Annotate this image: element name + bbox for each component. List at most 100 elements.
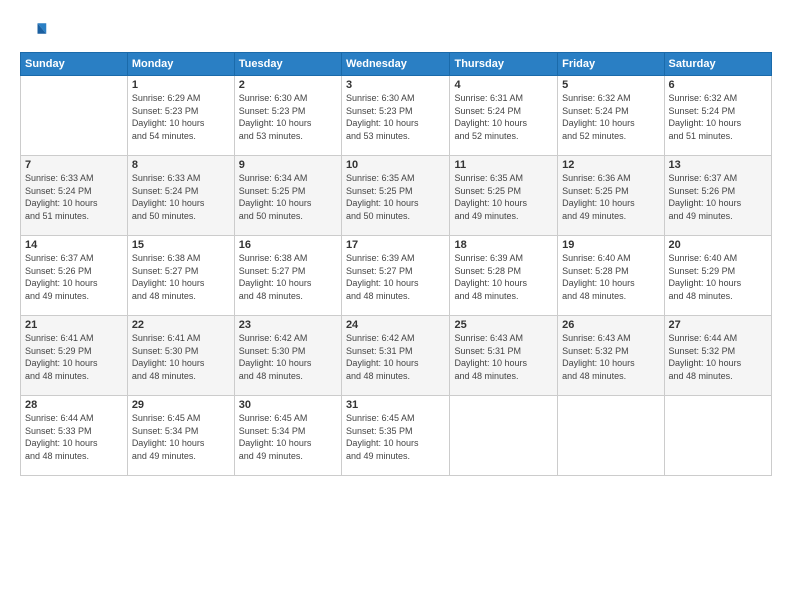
calendar-cell: 2Sunrise: 6:30 AM Sunset: 5:23 PM Daylig… — [234, 76, 341, 156]
calendar-week-5: 28Sunrise: 6:44 AM Sunset: 5:33 PM Dayli… — [21, 396, 772, 476]
day-info: Sunrise: 6:35 AM Sunset: 5:25 PM Dayligh… — [346, 172, 446, 222]
day-number: 16 — [239, 239, 337, 251]
day-number: 27 — [669, 319, 767, 331]
day-info: Sunrise: 6:41 AM Sunset: 5:29 PM Dayligh… — [25, 332, 123, 382]
day-number: 6 — [669, 79, 767, 91]
weekday-header-wednesday: Wednesday — [341, 53, 450, 76]
header — [20, 18, 772, 46]
day-info: Sunrise: 6:42 AM Sunset: 5:31 PM Dayligh… — [346, 332, 446, 382]
calendar-cell: 28Sunrise: 6:44 AM Sunset: 5:33 PM Dayli… — [21, 396, 128, 476]
calendar-cell: 9Sunrise: 6:34 AM Sunset: 5:25 PM Daylig… — [234, 156, 341, 236]
day-info: Sunrise: 6:44 AM Sunset: 5:33 PM Dayligh… — [25, 412, 123, 462]
calendar-cell: 21Sunrise: 6:41 AM Sunset: 5:29 PM Dayli… — [21, 316, 128, 396]
calendar-cell — [558, 396, 664, 476]
day-number: 23 — [239, 319, 337, 331]
weekday-header-tuesday: Tuesday — [234, 53, 341, 76]
day-number: 1 — [132, 79, 230, 91]
day-number: 19 — [562, 239, 659, 251]
day-info: Sunrise: 6:38 AM Sunset: 5:27 PM Dayligh… — [239, 252, 337, 302]
calendar-cell: 22Sunrise: 6:41 AM Sunset: 5:30 PM Dayli… — [127, 316, 234, 396]
day-info: Sunrise: 6:32 AM Sunset: 5:24 PM Dayligh… — [562, 92, 659, 142]
calendar-cell: 6Sunrise: 6:32 AM Sunset: 5:24 PM Daylig… — [664, 76, 771, 156]
day-number: 22 — [132, 319, 230, 331]
day-info: Sunrise: 6:43 AM Sunset: 5:31 PM Dayligh… — [454, 332, 553, 382]
day-number: 25 — [454, 319, 553, 331]
weekday-header-saturday: Saturday — [664, 53, 771, 76]
day-info: Sunrise: 6:32 AM Sunset: 5:24 PM Dayligh… — [669, 92, 767, 142]
day-info: Sunrise: 6:33 AM Sunset: 5:24 PM Dayligh… — [25, 172, 123, 222]
day-info: Sunrise: 6:41 AM Sunset: 5:30 PM Dayligh… — [132, 332, 230, 382]
day-number: 15 — [132, 239, 230, 251]
calendar-cell: 23Sunrise: 6:42 AM Sunset: 5:30 PM Dayli… — [234, 316, 341, 396]
day-info: Sunrise: 6:45 AM Sunset: 5:35 PM Dayligh… — [346, 412, 446, 462]
day-info: Sunrise: 6:35 AM Sunset: 5:25 PM Dayligh… — [454, 172, 553, 222]
day-info: Sunrise: 6:45 AM Sunset: 5:34 PM Dayligh… — [132, 412, 230, 462]
day-number: 20 — [669, 239, 767, 251]
day-number: 24 — [346, 319, 446, 331]
calendar-cell: 20Sunrise: 6:40 AM Sunset: 5:29 PM Dayli… — [664, 236, 771, 316]
calendar-page: SundayMondayTuesdayWednesdayThursdayFrid… — [0, 0, 792, 612]
calendar-cell: 11Sunrise: 6:35 AM Sunset: 5:25 PM Dayli… — [450, 156, 558, 236]
calendar-header: SundayMondayTuesdayWednesdayThursdayFrid… — [21, 53, 772, 76]
calendar-cell — [450, 396, 558, 476]
day-info: Sunrise: 6:37 AM Sunset: 5:26 PM Dayligh… — [669, 172, 767, 222]
weekday-header-sunday: Sunday — [21, 53, 128, 76]
day-number: 8 — [132, 159, 230, 171]
day-number: 2 — [239, 79, 337, 91]
weekday-row: SundayMondayTuesdayWednesdayThursdayFrid… — [21, 53, 772, 76]
calendar-cell: 30Sunrise: 6:45 AM Sunset: 5:34 PM Dayli… — [234, 396, 341, 476]
calendar-cell: 16Sunrise: 6:38 AM Sunset: 5:27 PM Dayli… — [234, 236, 341, 316]
calendar-week-1: 1Sunrise: 6:29 AM Sunset: 5:23 PM Daylig… — [21, 76, 772, 156]
calendar-cell: 14Sunrise: 6:37 AM Sunset: 5:26 PM Dayli… — [21, 236, 128, 316]
day-info: Sunrise: 6:39 AM Sunset: 5:28 PM Dayligh… — [454, 252, 553, 302]
calendar-cell: 1Sunrise: 6:29 AM Sunset: 5:23 PM Daylig… — [127, 76, 234, 156]
calendar-cell: 3Sunrise: 6:30 AM Sunset: 5:23 PM Daylig… — [341, 76, 450, 156]
calendar-cell: 13Sunrise: 6:37 AM Sunset: 5:26 PM Dayli… — [664, 156, 771, 236]
day-info: Sunrise: 6:37 AM Sunset: 5:26 PM Dayligh… — [25, 252, 123, 302]
calendar-cell: 31Sunrise: 6:45 AM Sunset: 5:35 PM Dayli… — [341, 396, 450, 476]
day-number: 31 — [346, 399, 446, 411]
calendar-cell: 10Sunrise: 6:35 AM Sunset: 5:25 PM Dayli… — [341, 156, 450, 236]
day-info: Sunrise: 6:44 AM Sunset: 5:32 PM Dayligh… — [669, 332, 767, 382]
day-number: 4 — [454, 79, 553, 91]
day-info: Sunrise: 6:43 AM Sunset: 5:32 PM Dayligh… — [562, 332, 659, 382]
calendar-cell: 15Sunrise: 6:38 AM Sunset: 5:27 PM Dayli… — [127, 236, 234, 316]
day-number: 21 — [25, 319, 123, 331]
day-info: Sunrise: 6:40 AM Sunset: 5:29 PM Dayligh… — [669, 252, 767, 302]
day-number: 30 — [239, 399, 337, 411]
calendar-cell: 25Sunrise: 6:43 AM Sunset: 5:31 PM Dayli… — [450, 316, 558, 396]
calendar-week-4: 21Sunrise: 6:41 AM Sunset: 5:29 PM Dayli… — [21, 316, 772, 396]
day-number: 11 — [454, 159, 553, 171]
weekday-header-thursday: Thursday — [450, 53, 558, 76]
day-number: 17 — [346, 239, 446, 251]
calendar-cell: 4Sunrise: 6:31 AM Sunset: 5:24 PM Daylig… — [450, 76, 558, 156]
day-number: 7 — [25, 159, 123, 171]
calendar-cell: 27Sunrise: 6:44 AM Sunset: 5:32 PM Dayli… — [664, 316, 771, 396]
day-number: 29 — [132, 399, 230, 411]
day-info: Sunrise: 6:42 AM Sunset: 5:30 PM Dayligh… — [239, 332, 337, 382]
weekday-header-monday: Monday — [127, 53, 234, 76]
day-number: 28 — [25, 399, 123, 411]
day-info: Sunrise: 6:31 AM Sunset: 5:24 PM Dayligh… — [454, 92, 553, 142]
day-info: Sunrise: 6:39 AM Sunset: 5:27 PM Dayligh… — [346, 252, 446, 302]
calendar-body: 1Sunrise: 6:29 AM Sunset: 5:23 PM Daylig… — [21, 76, 772, 476]
day-info: Sunrise: 6:30 AM Sunset: 5:23 PM Dayligh… — [239, 92, 337, 142]
day-number: 5 — [562, 79, 659, 91]
logo-icon — [20, 18, 48, 46]
calendar-cell: 18Sunrise: 6:39 AM Sunset: 5:28 PM Dayli… — [450, 236, 558, 316]
calendar-cell: 26Sunrise: 6:43 AM Sunset: 5:32 PM Dayli… — [558, 316, 664, 396]
day-number: 10 — [346, 159, 446, 171]
day-info: Sunrise: 6:30 AM Sunset: 5:23 PM Dayligh… — [346, 92, 446, 142]
day-info: Sunrise: 6:29 AM Sunset: 5:23 PM Dayligh… — [132, 92, 230, 142]
logo — [20, 18, 52, 46]
calendar-week-3: 14Sunrise: 6:37 AM Sunset: 5:26 PM Dayli… — [21, 236, 772, 316]
day-info: Sunrise: 6:34 AM Sunset: 5:25 PM Dayligh… — [239, 172, 337, 222]
calendar-cell: 24Sunrise: 6:42 AM Sunset: 5:31 PM Dayli… — [341, 316, 450, 396]
day-info: Sunrise: 6:36 AM Sunset: 5:25 PM Dayligh… — [562, 172, 659, 222]
calendar-cell: 12Sunrise: 6:36 AM Sunset: 5:25 PM Dayli… — [558, 156, 664, 236]
day-number: 26 — [562, 319, 659, 331]
weekday-header-friday: Friday — [558, 53, 664, 76]
day-number: 14 — [25, 239, 123, 251]
calendar-week-2: 7Sunrise: 6:33 AM Sunset: 5:24 PM Daylig… — [21, 156, 772, 236]
day-info: Sunrise: 6:40 AM Sunset: 5:28 PM Dayligh… — [562, 252, 659, 302]
